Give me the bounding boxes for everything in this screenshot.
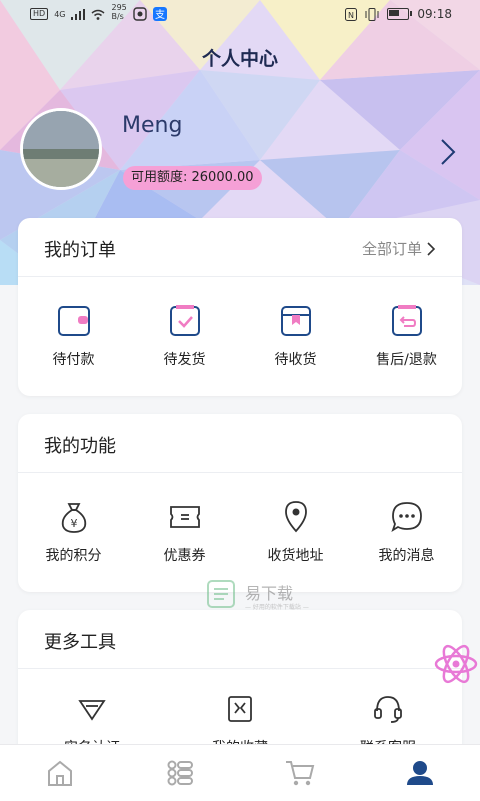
tab-home[interactable] [0,745,120,801]
category-icon [167,760,193,786]
tools-title: 更多工具 [44,632,116,653]
network-type: 4G [54,9,66,19]
feature-label: 优惠券 [163,548,206,564]
watermark: 易下载 — 好用的软件下载站 — [205,578,315,614]
svg-text:¥: ¥ [70,517,77,530]
profile-chevron-right-icon[interactable] [438,138,458,166]
wallet-icon [57,306,90,336]
order-status-pending-shipment[interactable]: 待发货 [129,277,240,369]
watermark-logo-icon [207,580,235,608]
vibrate-icon [365,7,379,21]
orders-card: 我的订单 全部订单 待付款 待发货 待收货 售后/退款 [18,218,462,396]
page-title: 个人中心 [201,48,278,70]
net-speed-value: 295 [111,2,127,12]
feature-messages[interactable]: 我的消息 [351,473,462,565]
location-pin-icon [284,501,307,533]
notification-app-icon [133,7,147,21]
alipay-icon: 支 [152,7,167,21]
order-status-label: 待发货 [163,352,206,368]
feature-coupons[interactable]: 优惠券 [129,473,240,565]
watermark-title: 易下载 [245,584,294,603]
order-status-label: 待收货 [274,352,317,368]
feature-label: 我的消息 [378,548,435,564]
tools-card-header: 更多工具 [18,610,462,669]
features-card: 我的功能 ¥ 我的积分 优惠券 收货地址 我的消息 [18,414,462,592]
status-bar: HD 4G 295 B/s 支 N 09:18 [0,0,480,30]
order-status-label: 待付款 [52,352,95,368]
order-status-pending-receipt[interactable]: 待收货 [240,277,351,369]
headset-icon [374,696,402,723]
orders-title: 我的订单 [44,240,116,261]
order-status-pending-payment[interactable]: 待付款 [18,277,129,369]
tab-profile[interactable] [360,745,480,801]
watermark-subtitle: — 好用的软件下载站 — [245,604,309,611]
profile-icon [407,761,433,785]
avatar-photo [23,111,99,187]
chat-bubble-icon [390,502,422,533]
bottom-tab-bar [0,744,480,801]
box-icon [280,306,311,336]
home-icon [48,760,72,786]
hd-icon: HD [30,8,49,20]
net-speed-unit: B/s [111,11,124,21]
orders-card-header: 我的订单 全部订单 [18,218,462,277]
nfc-icon: N [345,7,358,21]
clipboard-return-icon [391,305,422,336]
bookmark-icon [228,696,252,722]
feature-label: 我的积分 [45,548,102,564]
money-bag-icon: ¥ [61,503,86,533]
feature-label: 收货地址 [267,548,324,564]
diamond-badge-icon [78,700,106,721]
svg-text:支: 支 [155,9,165,21]
chevron-right-icon [427,241,436,256]
wifi-icon [92,9,105,20]
credit-badge: 可用额度: 26000.00 [123,166,262,190]
features-title: 我的功能 [44,436,116,457]
clipboard-check-icon [169,305,200,336]
status-time: 09:18 [417,7,452,21]
username: Meng [122,113,183,138]
view-all-orders-label: 全部订单 [361,240,422,258]
order-status-label: 售后/退款 [376,352,437,368]
battery-icon [387,8,413,20]
cart-icon [286,761,315,786]
feature-addresses[interactable]: 收货地址 [240,473,351,565]
tab-cart[interactable] [240,745,360,801]
feature-points[interactable]: ¥ 我的积分 [18,473,129,565]
order-status-after-sales[interactable]: 售后/退款 [351,277,462,369]
view-all-orders-link[interactable]: 全部订单 [362,238,436,259]
coupon-icon [169,506,200,528]
svg-text:N: N [348,11,354,20]
orders-grid: 待付款 待发货 待收货 售后/退款 [18,277,462,369]
tab-category[interactable] [120,745,240,801]
avatar[interactable] [20,108,102,190]
net-speed: 295 B/s [111,3,126,21]
features-grid: ¥ 我的积分 优惠券 收货地址 我的消息 [18,473,462,565]
signal-icon [71,8,86,20]
floating-atom-button-icon[interactable] [432,640,480,688]
features-card-header: 我的功能 [18,414,462,473]
